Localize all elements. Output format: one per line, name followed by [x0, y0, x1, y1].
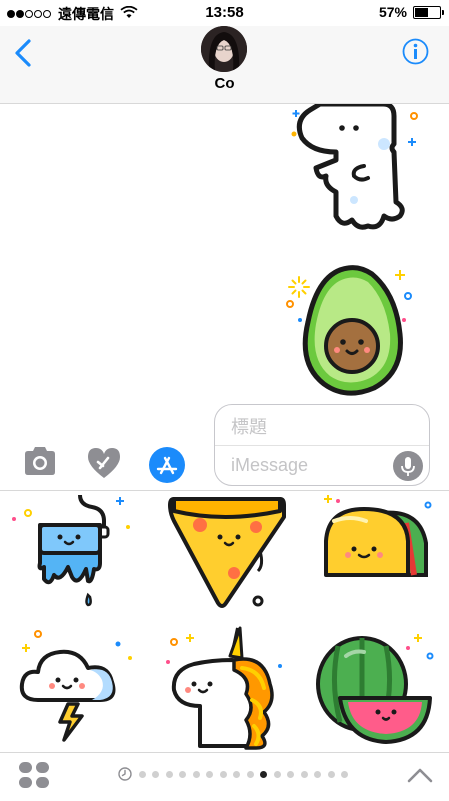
page-dot[interactable]	[206, 770, 213, 778]
page-dot[interactable]	[152, 770, 159, 778]
status-bar: 遠傳電信 13:58 57%	[0, 0, 449, 26]
page-dot-active[interactable]	[260, 770, 267, 778]
page-indicator[interactable]	[118, 767, 348, 781]
chevron-up-icon	[407, 768, 433, 783]
message-thread	[0, 104, 449, 404]
sticker-drawer	[0, 490, 449, 753]
taco-sticker[interactable]	[310, 491, 440, 616]
conversation-header: Co	[0, 26, 449, 104]
page-dot[interactable]	[246, 770, 254, 778]
page-dot[interactable]	[233, 770, 240, 778]
pizza-slice-sticker[interactable]	[160, 491, 290, 616]
page-dot[interactable]	[314, 770, 321, 778]
digital-touch-heart-icon	[88, 448, 120, 478]
page-dot[interactable]	[287, 770, 294, 778]
watermelon-sticker[interactable]	[310, 626, 440, 751]
page-dot[interactable]	[165, 770, 173, 778]
avocado-sticker[interactable]	[284, 264, 424, 404]
app-store-button[interactable]	[149, 447, 185, 483]
page-dot[interactable]	[341, 770, 348, 778]
subject-divider	[215, 445, 429, 446]
page-dot[interactable]	[179, 770, 186, 778]
microphone-icon	[401, 457, 415, 476]
info-icon	[402, 38, 429, 65]
contact-avatar[interactable]	[201, 26, 247, 72]
app-drawer-pager	[0, 752, 449, 801]
page-dot[interactable]	[300, 770, 308, 778]
info-button[interactable]	[402, 38, 429, 65]
camera-icon	[25, 447, 55, 475]
battery-percent: 57%	[378, 4, 407, 20]
page-dot[interactable]	[219, 770, 227, 778]
battery-info: 57%	[378, 4, 444, 20]
app-grid-icon	[19, 762, 49, 788]
recents-clock-icon[interactable]	[118, 767, 132, 781]
page-dot[interactable]	[327, 770, 335, 778]
app-store-icon	[156, 456, 178, 475]
battery-icon	[413, 5, 444, 19]
back-button[interactable]	[12, 38, 36, 68]
paint-bucket-sticker[interactable]	[8, 491, 138, 616]
page-dot[interactable]	[273, 770, 281, 778]
page-dot[interactable]	[138, 770, 146, 778]
dictation-button[interactable]	[393, 451, 423, 481]
page-dot[interactable]	[192, 770, 200, 778]
digital-touch-button[interactable]	[86, 446, 122, 480]
unicorn-sticker[interactable]	[160, 626, 290, 751]
app-drawer-button[interactable]	[18, 761, 50, 789]
contact-name[interactable]: Co	[0, 75, 449, 92]
message-field[interactable]: iMessage	[231, 455, 308, 476]
expand-drawer-button[interactable]	[407, 767, 433, 783]
camera-button[interactable]	[22, 446, 58, 476]
chevron-left-icon	[15, 39, 31, 67]
subject-field[interactable]: 標題	[231, 413, 267, 439]
rain-cloud-sticker[interactable]	[8, 626, 138, 751]
ghost-dino-sticker[interactable]	[280, 104, 420, 234]
message-compose-box[interactable]: 標題 iMessage	[214, 404, 430, 486]
